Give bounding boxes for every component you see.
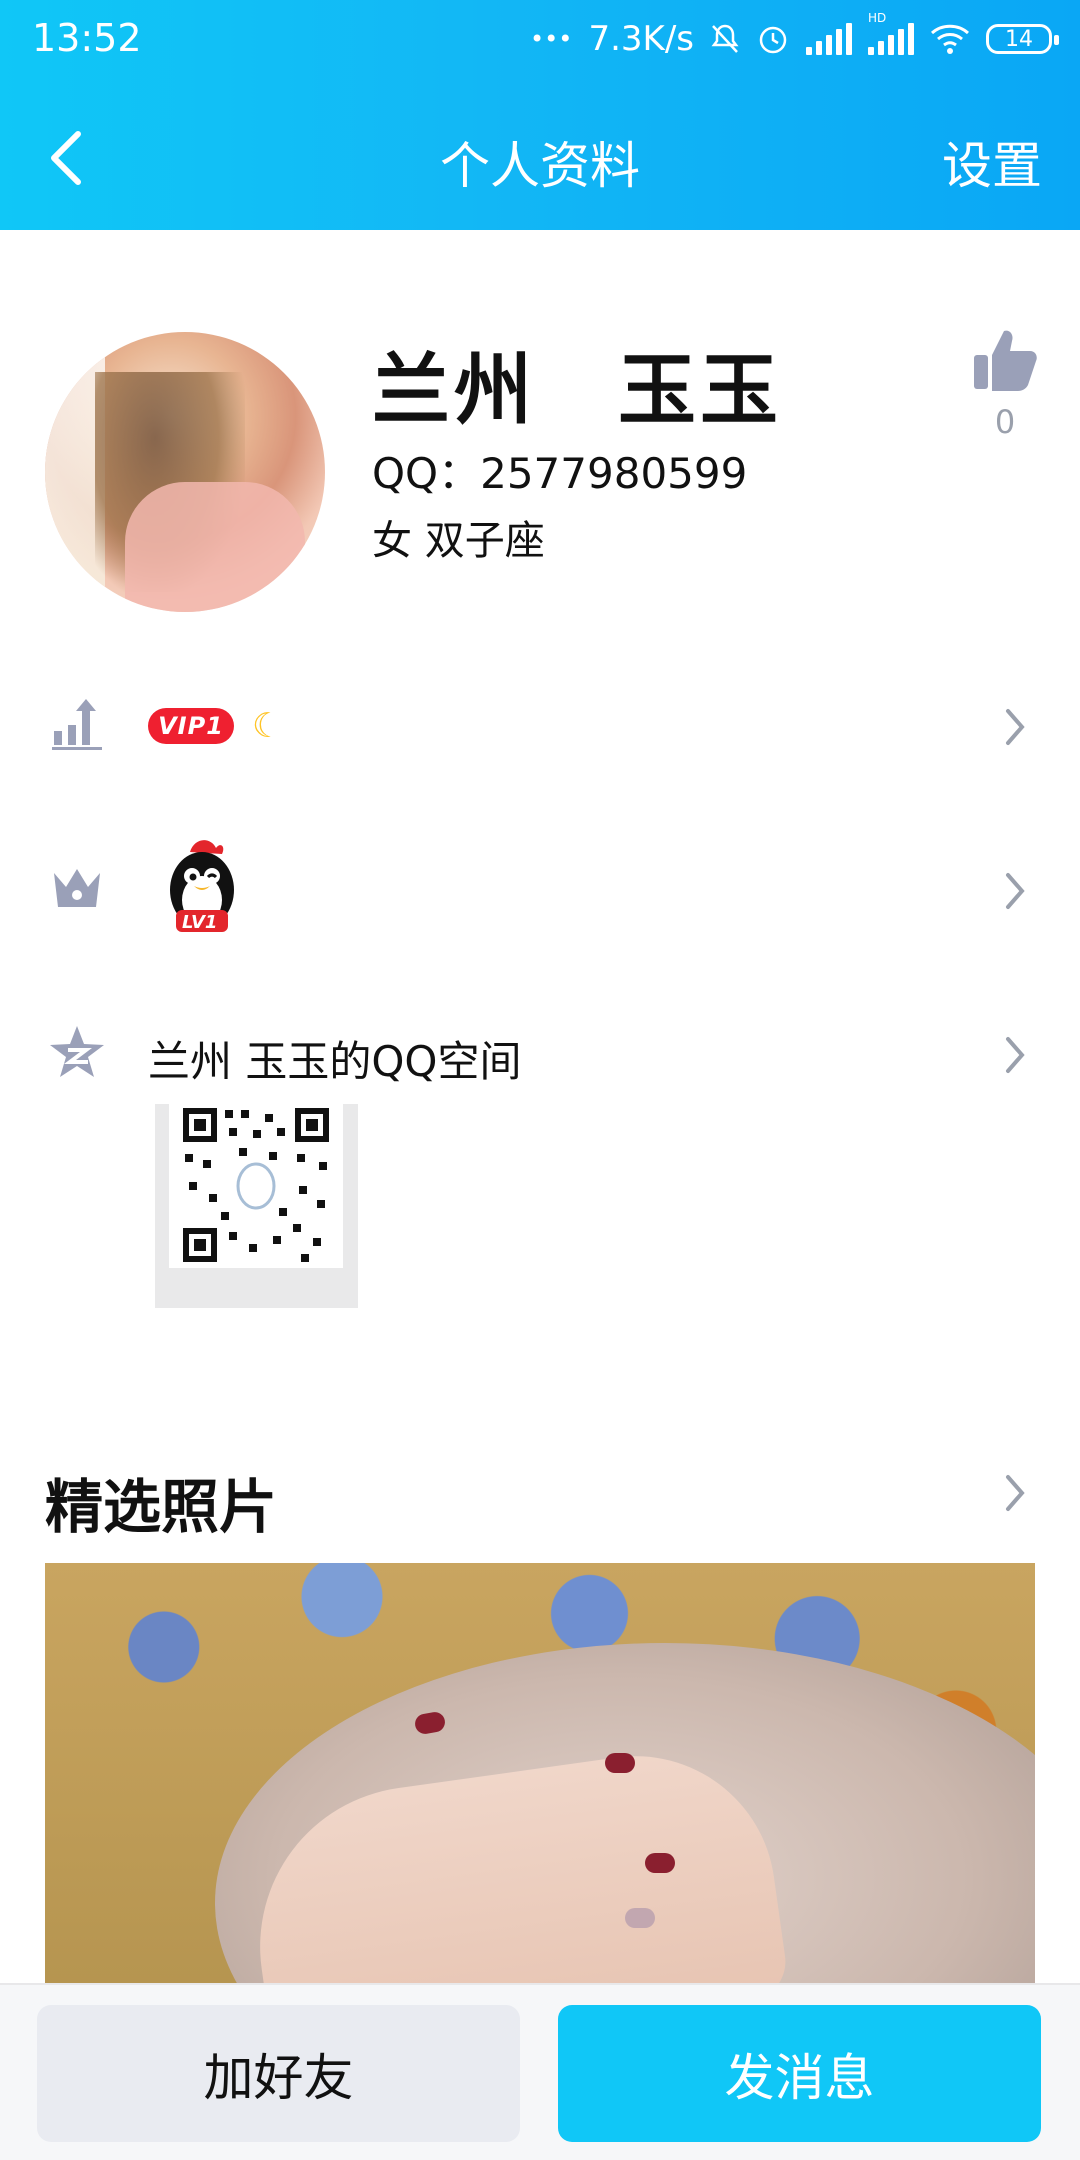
signal-hd-icon: HD bbox=[868, 11, 914, 55]
profile-name: 兰州 玉玉 bbox=[372, 346, 783, 436]
battery-level: 14 bbox=[1005, 26, 1033, 52]
page-title: 个人资料 bbox=[440, 137, 640, 195]
gender-zodiac: 女 双子座 bbox=[372, 518, 545, 564]
qq-penguin-icon: LV1 bbox=[160, 832, 244, 942]
avatar-dress bbox=[125, 482, 305, 612]
photos-section-title: 精选照片 bbox=[45, 1473, 278, 1541]
more-dots-icon: ••• bbox=[529, 25, 573, 53]
bell-off-icon bbox=[711, 24, 739, 53]
settings-button[interactable]: 设置 bbox=[942, 126, 1042, 198]
featured-photo[interactable] bbox=[45, 1563, 1035, 1983]
chevron-right-icon bbox=[995, 702, 1035, 752]
thumbs-up-icon bbox=[974, 330, 1037, 391]
photo-nail bbox=[605, 1753, 635, 1773]
level-label: LV1 bbox=[182, 912, 218, 933]
qzone-label: 兰州 玉玉的QQ空间 bbox=[148, 1037, 522, 1086]
profile-page: 13:52 ••• 7.3K/s HD 14 个人资料 设置 兰州 玉玉 QQ：… bbox=[0, 0, 1080, 2160]
alarm-icon bbox=[759, 26, 787, 54]
nav-bar: 个人资料 设置 bbox=[0, 100, 1080, 210]
vip-badge: VIP1 bbox=[148, 708, 234, 744]
wifi-icon bbox=[930, 24, 970, 54]
vip-row[interactable]: VIP1 ☾ bbox=[0, 668, 1080, 788]
qr-code-image[interactable] bbox=[155, 1104, 358, 1308]
status-time: 13:52 bbox=[32, 16, 142, 60]
qzone-row[interactable]: 兰州 玉玉的QQ空间 bbox=[0, 996, 1080, 1116]
header: 13:52 ••• 7.3K/s HD 14 个人资料 设置 bbox=[0, 0, 1080, 230]
chevron-right-icon[interactable] bbox=[995, 1468, 1035, 1518]
chevron-right-icon bbox=[995, 1030, 1035, 1080]
moon-icon: ☾ bbox=[252, 706, 283, 746]
photo-nail bbox=[645, 1853, 675, 1873]
star-icon bbox=[45, 1020, 109, 1084]
status-icons: ••• 7.3K/s HD 14 bbox=[529, 11, 1059, 64]
like-button[interactable]: 0 bbox=[960, 325, 1050, 441]
like-count: 0 bbox=[994, 403, 1016, 441]
crown-icon bbox=[45, 856, 109, 920]
avatar[interactable] bbox=[45, 332, 325, 612]
signal-icon bbox=[806, 23, 852, 55]
send-message-button[interactable]: 发消息 bbox=[558, 2005, 1041, 2142]
net-speed: 7.3K/s bbox=[588, 19, 694, 59]
bar-chart-up-icon bbox=[45, 692, 109, 756]
bottom-action-bar: 加好友 发消息 bbox=[0, 1983, 1080, 2160]
battery-icon: 14 bbox=[986, 24, 1059, 54]
chevron-right-icon bbox=[995, 866, 1035, 916]
qr-code-icon bbox=[169, 1104, 343, 1268]
status-bar: 13:52 ••• 7.3K/s HD 14 bbox=[0, 0, 1080, 78]
photo-nail bbox=[625, 1908, 655, 1928]
hd-label: HD bbox=[868, 11, 887, 25]
add-friend-button[interactable]: 加好友 bbox=[37, 2005, 520, 2142]
qq-number: QQ：2577980599 bbox=[372, 449, 748, 498]
level-row[interactable]: LV1 bbox=[0, 832, 1080, 952]
